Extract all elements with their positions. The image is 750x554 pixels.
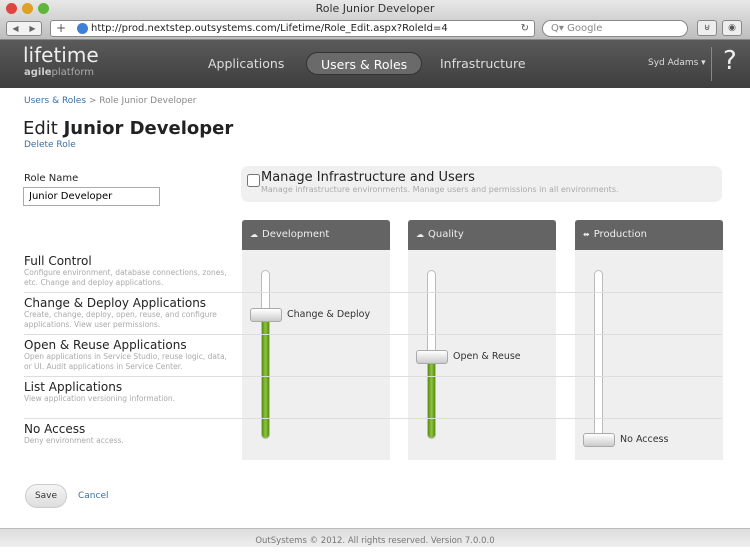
footer: OutSystems © 2012. All rights reserved. …: [0, 528, 750, 547]
level-name: No Access: [24, 422, 86, 436]
level-desc: Create, change, deploy, open, reuse, and…: [24, 310, 217, 329]
breadcrumb-users-roles[interactable]: Users & Roles: [24, 96, 86, 106]
user-menu[interactable]: Syd Adams ▾: [648, 58, 706, 68]
row-divider: [24, 418, 722, 419]
delete-role-link[interactable]: Delete Role: [24, 140, 76, 150]
slider-thumb[interactable]: [250, 308, 282, 322]
permission-level-3: List Applications View application versio…: [24, 380, 234, 404]
role-name-input[interactable]: [23, 187, 160, 206]
close-window-button[interactable]: [6, 3, 17, 14]
help-icon[interactable]: ?: [723, 46, 737, 76]
slider-value-label: No Access: [620, 434, 669, 445]
environment-column-production: ⬌ Production No Access: [575, 220, 723, 460]
cloud-icon: ☁: [250, 230, 258, 239]
nav-applications[interactable]: Applications: [194, 52, 298, 75]
manage-infrastructure-checkbox[interactable]: [247, 174, 260, 187]
url-text[interactable]: http://prod.nextstep.outsystems.com/Life…: [91, 23, 448, 34]
window-title: Role Junior Developer: [315, 2, 435, 15]
forward-icon[interactable]: ▶: [29, 24, 35, 33]
breadcrumb-current: Role Junior Developer: [99, 96, 197, 106]
back-forward-buttons[interactable]: ◀ ▶: [6, 21, 42, 36]
nav-users-roles[interactable]: Users & Roles: [306, 52, 423, 75]
bookmarks-icon[interactable]: ⊎: [697, 20, 717, 36]
logo[interactable]: lifetime: [23, 43, 99, 67]
manage-infrastructure-title: Manage Infrastructure and Users: [261, 170, 475, 185]
slider-value-label: Open & Reuse: [453, 351, 521, 362]
cancel-link[interactable]: Cancel: [78, 491, 109, 501]
header-divider: [711, 47, 712, 81]
level-name: Change & Deploy Applications: [24, 296, 207, 310]
search-placeholder: Google: [567, 23, 603, 34]
window-titlebar: Role Junior Developer: [0, 0, 750, 18]
row-divider: [24, 376, 722, 377]
page-title: Edit Junior Developer: [23, 118, 234, 139]
level-desc: View application versioning information.: [24, 394, 176, 403]
level-desc: Deny environment access.: [24, 436, 124, 445]
breadcrumb-separator: >: [86, 96, 100, 106]
environment-column-quality: ☁ Quality Open & Reuse: [408, 220, 556, 460]
slider-fill: [428, 356, 435, 438]
zoom-window-button[interactable]: [38, 3, 49, 14]
nav-infrastructure[interactable]: Infrastructure: [426, 52, 540, 75]
reload-icon[interactable]: ↻: [521, 21, 529, 36]
minimize-window-button[interactable]: [22, 3, 33, 14]
environment-header: ⬌ Production: [575, 220, 723, 250]
globe-icon: [77, 23, 88, 34]
permission-slider-track[interactable]: [261, 270, 270, 439]
save-button[interactable]: Save: [25, 484, 67, 508]
logo-subtitle: agileplatform: [24, 67, 95, 78]
permission-level-1: Change & Deploy Applications Create, chan…: [24, 296, 234, 330]
environment-header: ☁ Development: [242, 220, 390, 250]
environment-header: ☁ Quality: [408, 220, 556, 250]
environment-column-development: ☁ Development Change & Deploy: [242, 220, 390, 460]
role-name-label: Role Name: [24, 173, 79, 184]
cloud-icon: ☁: [416, 230, 424, 239]
manage-infrastructure-desc: Manage infrastructure environments. Mana…: [261, 185, 619, 194]
settings-icon[interactable]: ◉: [722, 20, 742, 36]
manage-infrastructure-panel: Manage Infrastructure and Users Manage i…: [241, 166, 722, 202]
app-header: lifetime agileplatform Applications User…: [0, 40, 750, 88]
permission-level-0: Full Control Configure environment, datab…: [24, 254, 234, 288]
permission-level-2: Open & Reuse Applications Open applicatio…: [24, 338, 234, 372]
breadcrumb: Users & Roles > Role Junior Developer: [24, 96, 196, 106]
cloud-icon: ⬌: [583, 230, 590, 239]
permission-slider-track[interactable]: [594, 270, 603, 439]
row-divider: [24, 334, 722, 335]
level-name: List Applications: [24, 380, 123, 394]
slider-thumb[interactable]: [416, 350, 448, 364]
row-divider: [24, 292, 722, 293]
browser-toolbar: ◀ ▶ + http://prod.nextstep.outsystems.com/…: [0, 18, 750, 40]
level-name: Open & Reuse Applications: [24, 338, 187, 352]
add-bookmark-icon[interactable]: +: [56, 21, 66, 36]
permission-level-4: No Access Deny environment access.: [24, 422, 234, 446]
search-field[interactable]: Q▾ Google: [542, 20, 688, 37]
slider-thumb[interactable]: [583, 433, 615, 447]
level-desc: Configure environment, database connecti…: [24, 268, 227, 287]
back-icon[interactable]: ◀: [12, 24, 18, 33]
slider-value-label: Change & Deploy: [287, 309, 371, 320]
level-desc: Open applications in Service Studio, reu…: [24, 352, 227, 371]
level-name: Full Control: [24, 254, 92, 268]
address-bar[interactable]: + http://prod.nextstep.outsystems.com/Lif…: [50, 20, 535, 37]
